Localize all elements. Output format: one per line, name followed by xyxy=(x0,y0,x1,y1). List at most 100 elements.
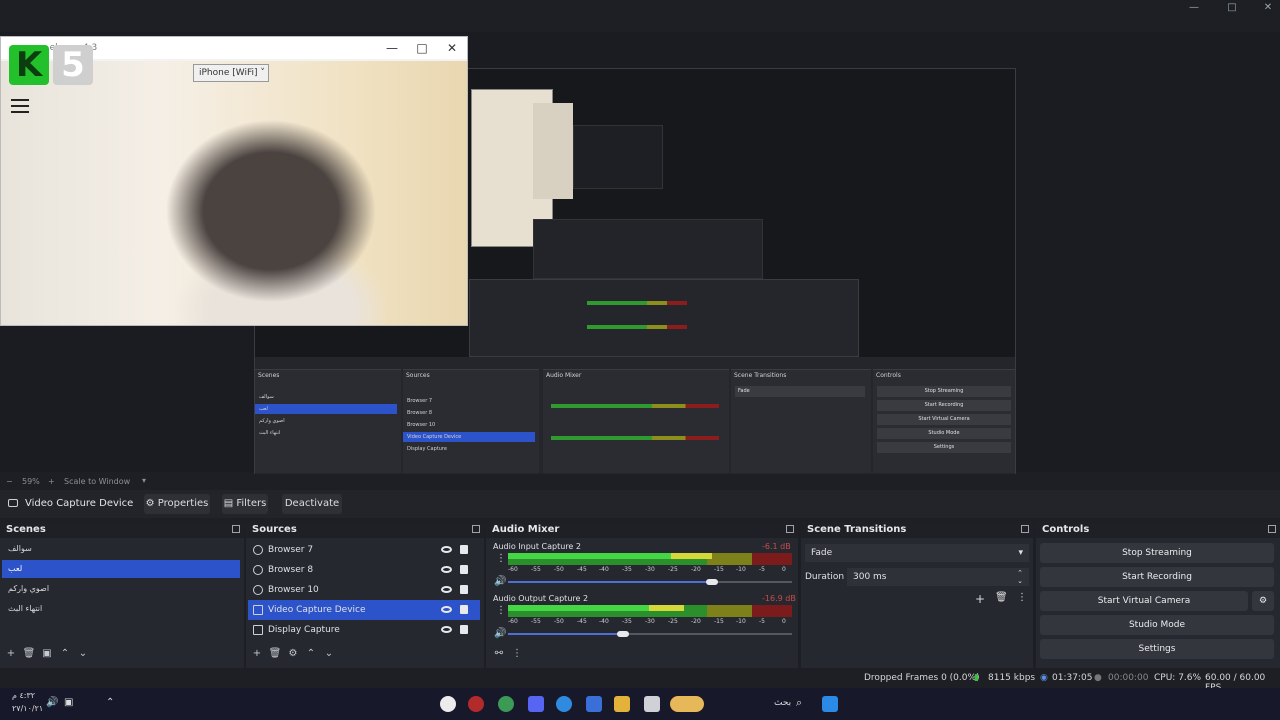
source-item[interactable]: Browser 7 xyxy=(248,540,480,560)
chrome-icon[interactable] xyxy=(556,696,572,712)
more-icon[interactable]: ⋮ xyxy=(496,553,506,564)
volume-slider-knob[interactable] xyxy=(617,631,629,637)
lock-icon[interactable] xyxy=(460,605,468,614)
trash-icon[interactable]: 🗑 xyxy=(20,648,38,659)
context-source-name: Video Capture Device xyxy=(25,498,134,509)
scene-item[interactable]: لعب xyxy=(2,560,240,578)
device-select[interactable]: iPhone [WiFi] ˅ xyxy=(193,64,269,82)
speaker-icon[interactable]: 🔊 xyxy=(46,697,58,708)
start-recording-button[interactable]: Start Recording xyxy=(1040,567,1274,587)
zoom-mode[interactable]: Scale to Window xyxy=(64,477,130,486)
start-virtual-camera-button[interactable]: Start Virtual Camera xyxy=(1040,591,1248,611)
add-icon[interactable]: + xyxy=(975,592,985,606)
eye-icon[interactable] xyxy=(441,626,452,633)
search-icon[interactable]: ⌕ xyxy=(796,696,802,710)
up-icon[interactable]: ⌃ xyxy=(56,648,74,659)
speaker-icon[interactable]: 🔊 xyxy=(494,628,506,639)
maximize-icon[interactable]: □ xyxy=(409,39,435,57)
filter-icon[interactable]: ▣ xyxy=(38,648,56,659)
more-icon[interactable]: ⋮ xyxy=(1017,592,1027,603)
popout-icon[interactable] xyxy=(232,525,240,533)
volume-slider-knob[interactable] xyxy=(706,579,718,585)
store-icon[interactable] xyxy=(586,696,602,712)
properties-button[interactable]: ⚙ Properties xyxy=(144,494,210,514)
dropped-frames: Dropped Frames 0 (0.0%) xyxy=(864,673,980,683)
settings-button[interactable]: Settings xyxy=(1040,639,1274,659)
popout-icon[interactable] xyxy=(786,525,794,533)
deactivate-button[interactable]: Deactivate xyxy=(282,494,342,514)
down-icon[interactable]: ⌄ xyxy=(320,648,338,659)
up-icon[interactable]: ⌃ xyxy=(302,648,320,659)
folder-icon[interactable] xyxy=(614,696,630,712)
more-icon[interactable]: ⋮ xyxy=(496,605,506,616)
mixer-channel-name: Audio Input Capture 2 xyxy=(493,542,581,551)
zoom-in-icon[interactable]: + xyxy=(48,477,55,486)
app-icon[interactable] xyxy=(644,696,660,712)
eye-icon[interactable] xyxy=(441,566,452,573)
down-icon[interactable]: ⌄ xyxy=(74,648,92,659)
lock-icon[interactable] xyxy=(460,545,468,554)
close-icon[interactable]: ✕ xyxy=(1258,2,1278,16)
app-icon[interactable] xyxy=(498,696,514,712)
eye-icon[interactable] xyxy=(441,586,452,593)
meter-tick-label: -10 xyxy=(736,566,746,573)
close-icon[interactable]: ✕ xyxy=(439,39,465,57)
gear-icon[interactable]: ⚙ xyxy=(1252,591,1274,611)
studio-mode-button[interactable]: Studio Mode xyxy=(1040,615,1274,635)
trash-icon[interactable]: 🗑 xyxy=(995,592,1008,603)
source-item[interactable]: Browser 8 xyxy=(248,560,480,580)
popout-icon[interactable] xyxy=(1268,525,1276,533)
scene-item[interactable]: انتهاء البث xyxy=(2,600,240,618)
transition-select[interactable]: Fade ▾ xyxy=(805,544,1029,562)
minimize-icon[interactable]: — xyxy=(1184,2,1204,16)
source-item[interactable]: Video Capture Device xyxy=(248,600,480,620)
scene-item[interactable]: سوالف xyxy=(2,540,240,558)
meter-tick-label: -15 xyxy=(714,618,724,625)
scene-item[interactable]: اصوي واركم xyxy=(2,580,240,598)
windows-taskbar: ٤:٣٢ م ٢٧/١٠/٢١ 🔊 ▣ ⌃ بحث ⌕ xyxy=(0,688,1280,720)
volume-slider-fill xyxy=(508,581,712,583)
meter-tick-label: -55 xyxy=(531,566,541,573)
filters-button[interactable]: ▤ Filters xyxy=(222,494,268,514)
windows-start-icon[interactable] xyxy=(822,696,838,712)
volume-meter-fill xyxy=(508,605,684,611)
lock-icon[interactable] xyxy=(460,585,468,594)
eye-icon[interactable] xyxy=(441,606,452,613)
discord-icon[interactable] xyxy=(528,696,544,712)
network-icon[interactable]: ▣ xyxy=(64,697,73,708)
obs-app-icon[interactable] xyxy=(440,696,456,712)
trash-icon[interactable]: 🗑 xyxy=(266,648,284,659)
lock-icon[interactable] xyxy=(460,625,468,634)
minimize-icon[interactable]: — xyxy=(379,39,405,57)
meter-tick-label: -15 xyxy=(714,566,724,573)
more-icon[interactable]: ⋮ xyxy=(508,648,526,659)
meter-tick-label: -35 xyxy=(622,566,632,573)
preview-canvas[interactable]: Scenes سوالف لعب اصوي واركم انتهاء البث … xyxy=(0,32,1280,503)
app-icon[interactable] xyxy=(468,696,484,712)
eye-icon[interactable] xyxy=(441,546,452,553)
globe-icon xyxy=(253,565,263,575)
webcam-video-feed xyxy=(1,61,467,325)
controls-dock: Controls Stop Streaming Start Recording … xyxy=(1036,522,1280,668)
duration-input[interactable]: 300 ms ⌃ ⌄ xyxy=(847,568,1029,586)
zoom-out-icon[interactable]: − xyxy=(6,477,13,486)
lock-icon[interactable] xyxy=(460,565,468,574)
context-bar: Video Capture Device ⚙ Properties ▤ Filt… xyxy=(0,490,1280,518)
link-icon[interactable]: ⚯ xyxy=(490,648,508,659)
popout-icon[interactable] xyxy=(1021,525,1029,533)
stop-streaming-button[interactable]: Stop Streaming xyxy=(1040,543,1274,563)
source-item[interactable]: Browser 10 xyxy=(248,580,480,600)
popout-icon[interactable] xyxy=(472,525,480,533)
source-item[interactable]: Display Capture xyxy=(248,620,480,640)
gear-icon[interactable]: ⚙ xyxy=(284,648,302,659)
add-icon[interactable]: + xyxy=(2,648,20,659)
weather-icon[interactable] xyxy=(670,696,704,712)
chevron-up-icon[interactable]: ⌃ xyxy=(106,697,114,708)
search-label[interactable]: بحث xyxy=(774,698,791,708)
webcam-window[interactable]: ...ebcam 4.3 — □ ✕ iPhone [WiFi] ˅ K 5 xyxy=(0,36,468,326)
add-icon[interactable]: + xyxy=(248,648,266,659)
speaker-icon[interactable]: 🔊 xyxy=(494,576,506,587)
hamburger-menu-icon[interactable] xyxy=(11,99,29,113)
maximize-icon[interactable]: □ xyxy=(1222,2,1242,16)
chevron-down-icon[interactable]: ▾ xyxy=(142,476,146,485)
